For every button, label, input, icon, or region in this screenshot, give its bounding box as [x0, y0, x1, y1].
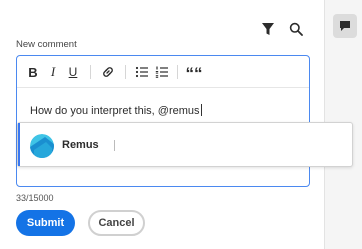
numbered-list-button[interactable]: [154, 64, 170, 80]
bulleted-list-icon: [135, 66, 148, 78]
avatar: [30, 134, 54, 158]
text-caret: [200, 104, 202, 116]
filter-icon: [262, 23, 274, 35]
avatar-icon: [30, 134, 54, 158]
comment-editor[interactable]: B I U ““ How do you interpret this, @rem…: [16, 55, 310, 187]
submit-button[interactable]: Submit: [16, 210, 75, 236]
bold-button[interactable]: B: [26, 64, 40, 80]
new-comment-label: New comment: [16, 39, 77, 50]
search-button[interactable]: [288, 21, 304, 37]
comment-panel: New comment B I U ““ How do you interpre…: [0, 0, 362, 249]
cancel-button[interactable]: Cancel: [88, 210, 145, 236]
toolbar-divider: [90, 65, 91, 79]
formatting-toolbar: B I U ““: [17, 56, 309, 88]
toolbar-divider: [125, 65, 126, 79]
quote-button[interactable]: ““: [186, 64, 203, 83]
link-button[interactable]: [100, 64, 116, 80]
link-icon: [103, 67, 113, 77]
numbered-list-icon: [155, 66, 168, 78]
comment-icon: [340, 21, 350, 31]
underline-button[interactable]: U: [66, 64, 80, 80]
comments-panel-button[interactable]: [333, 14, 357, 38]
mention-cursor: [114, 140, 115, 151]
mention-suggestions-popup: Remus: [17, 122, 353, 167]
filter-button[interactable]: [260, 21, 276, 37]
italic-button[interactable]: I: [47, 64, 59, 80]
bulleted-list-button[interactable]: [134, 64, 150, 80]
comment-input[interactable]: How do you interpret this, @remus: [30, 104, 202, 117]
search-icon: [289, 22, 303, 36]
mention-suggestion-item[interactable]: Remus: [18, 123, 352, 166]
mention-suggestion-name: Remus: [62, 139, 99, 151]
character-count: 33/15000: [16, 193, 54, 203]
comment-input-text: How do you interpret this, @remus: [30, 105, 200, 117]
toolbar-divider: [177, 65, 178, 79]
